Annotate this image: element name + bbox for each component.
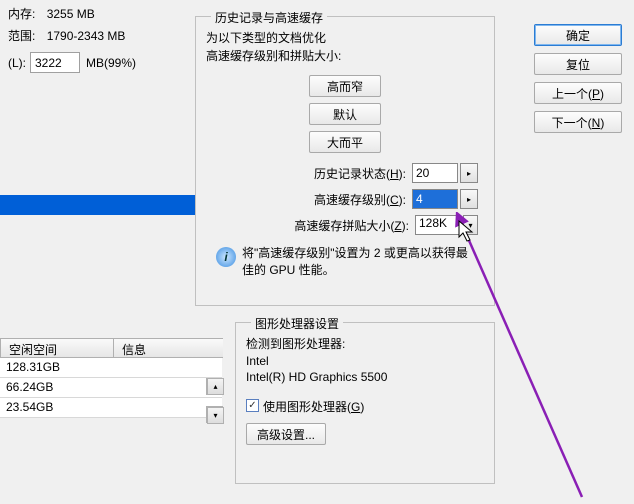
reset-button[interactable]: 复位 (534, 53, 622, 75)
memory-label: 内存: (8, 7, 35, 21)
preset-default-button[interactable]: 默认 (309, 103, 381, 125)
range-row: 范围: 1790-2343 MB (8, 27, 190, 44)
memory-panel: 内存: 3255 MB 范围: 1790-2343 MB (L): MB(99%… (0, 0, 190, 73)
history-row: 历史记录状态(H): ▸ (206, 163, 478, 183)
cache-legend: 历史记录与高速缓存 (211, 9, 327, 26)
cache-line2: 高速缓存级别和拼贴大小: (206, 47, 484, 65)
history-stepper[interactable]: ▸ (412, 163, 478, 183)
scroll-up-icon[interactable]: ▴ (207, 378, 224, 395)
triangle-right-icon[interactable]: ▸ (460, 163, 478, 183)
triangle-right-icon[interactable]: ▸ (460, 189, 478, 209)
memory-value: 3255 MB (47, 7, 95, 21)
checkbox-checked-icon[interactable]: ✓ (246, 399, 259, 412)
tile-size-value[interactable]: 128K (415, 215, 461, 235)
preset-buttons: 高而窄 默认 大而平 (206, 75, 484, 153)
preset-tall-button[interactable]: 高而窄 (309, 75, 381, 97)
preset-big-button[interactable]: 大而平 (309, 131, 381, 153)
history-label: 历史记录状态(H): (314, 165, 406, 182)
memory-input-row: (L): MB(99%) (8, 52, 190, 73)
cache-frame: 历史记录与高速缓存 为以下类型的文档优化 高速缓存级别和拼贴大小: 高而窄 默认… (195, 16, 495, 306)
tile-size-row: 高速缓存拼贴大小(Z): 128K ▾ (206, 215, 478, 235)
table-row[interactable]: 23.54GB (0, 398, 222, 418)
advanced-settings-button[interactable]: 高级设置... (246, 423, 326, 445)
cache-level-stepper[interactable]: ▸ (412, 189, 478, 209)
use-gpu-label: 使用图形处理器(G) (263, 398, 364, 415)
memory-input[interactable] (30, 52, 80, 73)
use-gpu-row[interactable]: ✓ 使用图形处理器(G) (246, 398, 484, 415)
info-text: 将"高速缓存级别"设置为 2 或更高以获得最佳的 GPU 性能。 (242, 245, 478, 279)
th-info[interactable]: 信息 (113, 338, 223, 358)
gpu-frame: 图形处理器设置 检测到图形处理器: Intel Intel(R) HD Grap… (235, 322, 495, 484)
table-header: 空闲空间 信息 (0, 338, 225, 358)
history-input[interactable] (412, 163, 458, 183)
chevron-down-icon[interactable]: ▾ (463, 215, 478, 235)
gpu-detect-label: 检测到图形处理器: (246, 335, 484, 352)
gpu-vendor: Intel (246, 354, 484, 368)
tile-size-label: 高速缓存拼贴大小(Z): (294, 217, 409, 234)
gpu-model: Intel(R) HD Graphics 5500 (246, 370, 484, 384)
dialog-buttons: 确定 复位 上一个(P) 下一个(N) (534, 24, 622, 133)
cache-level-label: 高速缓存级别(C): (314, 191, 406, 208)
table-row[interactable]: 66.24GB (0, 378, 222, 398)
th-free-space[interactable]: 空闲空间 (0, 338, 113, 358)
gpu-legend: 图形处理器设置 (251, 315, 343, 332)
disk-table: 空闲空间 信息 128.31GB 66.24GB 23.54GB ▴ ▾ (0, 338, 225, 418)
info-row: i 将"高速缓存级别"设置为 2 或更高以获得最佳的 GPU 性能。 (216, 245, 478, 279)
cache-level-input[interactable] (412, 189, 458, 209)
table-row[interactable]: 128.31GB (0, 358, 222, 378)
range-label: 范围: (8, 29, 35, 43)
memory-input-label: (L): (8, 56, 26, 70)
prev-button[interactable]: 上一个(P) (534, 82, 622, 104)
next-button[interactable]: 下一个(N) (534, 111, 622, 133)
cache-line1: 为以下类型的文档优化 (206, 29, 484, 47)
memory-row: 内存: 3255 MB (8, 5, 190, 22)
tile-size-select[interactable]: 128K ▾ (415, 215, 478, 235)
table-body: 128.31GB 66.24GB 23.54GB (0, 358, 225, 418)
scroll-down-icon[interactable]: ▾ (207, 407, 224, 424)
ok-button[interactable]: 确定 (534, 24, 622, 46)
memory-unit: MB(99%) (86, 56, 136, 70)
range-value: 1790-2343 MB (47, 29, 126, 43)
cache-level-row: 高速缓存级别(C): ▸ (206, 189, 478, 209)
info-icon: i (216, 247, 236, 267)
